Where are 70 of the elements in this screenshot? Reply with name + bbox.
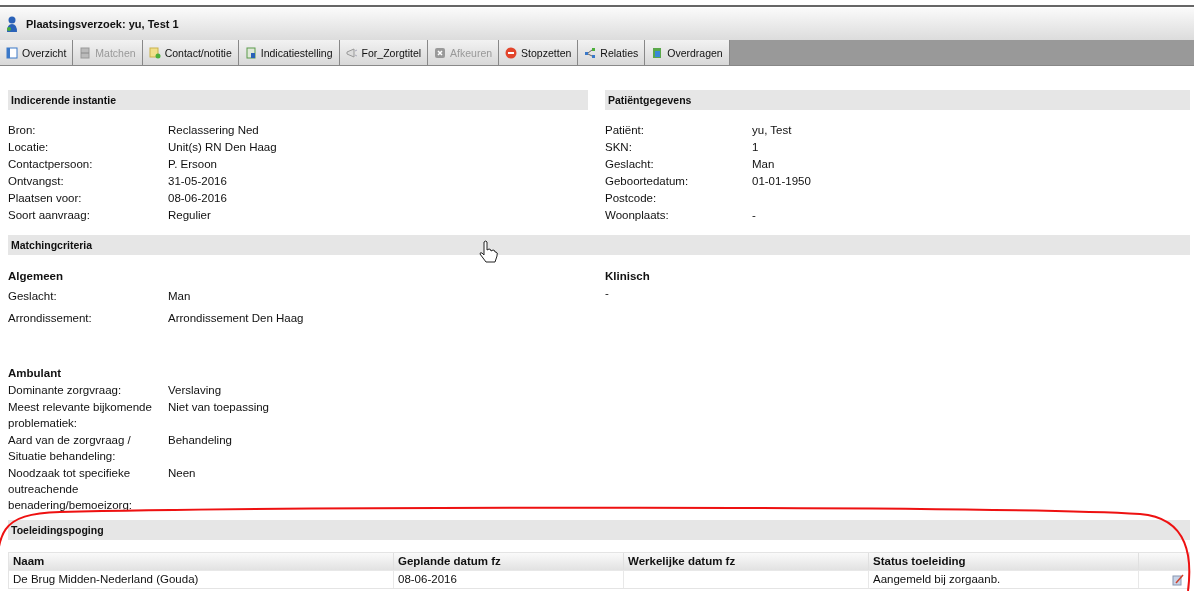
subsection-title: Algemeen	[8, 269, 64, 284]
column-header: Status toeleiding	[869, 553, 1139, 570]
tab[interactable]: Overdragen	[645, 40, 730, 65]
field-label: Bron:	[8, 123, 37, 138]
tab[interactable]: Indicatiestelling	[238, 40, 340, 65]
tab[interactable]: For_Zorgtitel	[339, 40, 429, 65]
field-value: -	[752, 208, 757, 223]
field-label: Noodzaak tot specifieke outreachende benadering/bemoeizorg:	[8, 466, 134, 513]
field-value: Man	[168, 289, 192, 304]
section-header: Toeleidingspoging	[8, 520, 1190, 540]
hand-cursor-icon	[478, 240, 498, 264]
close-icon	[434, 46, 447, 59]
field-value: Behandeling	[168, 433, 233, 448]
field-label: Plaatsen voor:	[8, 191, 83, 206]
field-label: Arrondissement:	[8, 311, 93, 326]
field-value: Verslaving	[168, 383, 223, 398]
field-label: Patiënt:	[605, 123, 645, 138]
subsection-title: Klinisch	[605, 269, 651, 284]
field-value: yu, Test	[752, 123, 793, 138]
section-header: Matchingcriteria	[8, 235, 1190, 255]
field-label: Postcode:	[605, 191, 658, 206]
field-label: Ontvangst:	[8, 174, 65, 189]
field-value: 01-01-1950	[752, 174, 812, 189]
field-label: Geslacht:	[8, 289, 58, 304]
column-header: Werkelijke datum fz	[624, 553, 869, 570]
field-label: Soort aanvraag:	[8, 208, 91, 223]
section-header: Patiëntgegevens	[605, 90, 1190, 110]
field-value: Reclassering Ned	[168, 123, 260, 138]
field-value: P. Ersoon	[168, 157, 218, 172]
field-value: Arrondissement Den Haag	[168, 311, 305, 326]
field-value: -	[605, 286, 610, 301]
table-cell: De Brug Midden-Nederland (Gouda)	[9, 570, 394, 588]
column-header: Geplande datum fz	[394, 553, 624, 570]
field-value: 1	[752, 140, 760, 155]
stop-icon	[505, 46, 518, 59]
field-label: Locatie:	[8, 140, 50, 155]
cabinet-icon	[79, 46, 92, 59]
field-value: 31-05-2016	[168, 174, 228, 189]
user-icon	[6, 16, 18, 32]
table-cell: Aangemeld bij zorgaanb.	[869, 570, 1139, 588]
tab[interactable]: Stopzetten	[499, 40, 579, 65]
field-label: Meest relevante bijkomende problematiek:	[8, 400, 153, 431]
edit-icon[interactable]	[1172, 573, 1184, 586]
field-value: Man	[752, 157, 776, 172]
document-icon	[651, 46, 664, 59]
tab[interactable]: Contact/notitie	[142, 40, 239, 65]
tab[interactable]: Overzicht	[0, 40, 74, 65]
field-value: Regulier	[168, 208, 212, 223]
column-header: Naam	[9, 553, 394, 570]
section-header: Indicerende instantie	[8, 90, 588, 110]
subsection-title: Ambulant	[8, 366, 63, 381]
field-value: 08-06-2016	[168, 191, 228, 206]
panel-icon	[6, 46, 18, 59]
field-value: Neen	[168, 466, 197, 481]
document-icon	[244, 46, 257, 59]
field-label: SKN:	[605, 140, 633, 155]
field-value: Niet van toepassing	[168, 400, 270, 415]
field-label: Contactpersoon:	[8, 157, 94, 172]
table-cell: 08-06-2016	[394, 570, 624, 588]
field-value: Unit(s) RN Den Haag	[168, 140, 278, 155]
network-icon	[584, 46, 597, 59]
megaphone-icon	[345, 46, 358, 59]
field-label: Dominante zorgvraag:	[8, 383, 123, 398]
field-label: Woonplaats:	[605, 208, 670, 223]
tab[interactable]: Relaties	[578, 40, 646, 65]
field-label: Aard van de zorgvraag / Situatie behandeling:	[8, 433, 132, 464]
note-icon	[148, 46, 161, 59]
field-label: Geslacht:	[605, 157, 655, 172]
window-title: Plaatsingsverzoek: yu, Test 1	[26, 18, 179, 30]
field-label: Geboortedatum:	[605, 174, 690, 189]
